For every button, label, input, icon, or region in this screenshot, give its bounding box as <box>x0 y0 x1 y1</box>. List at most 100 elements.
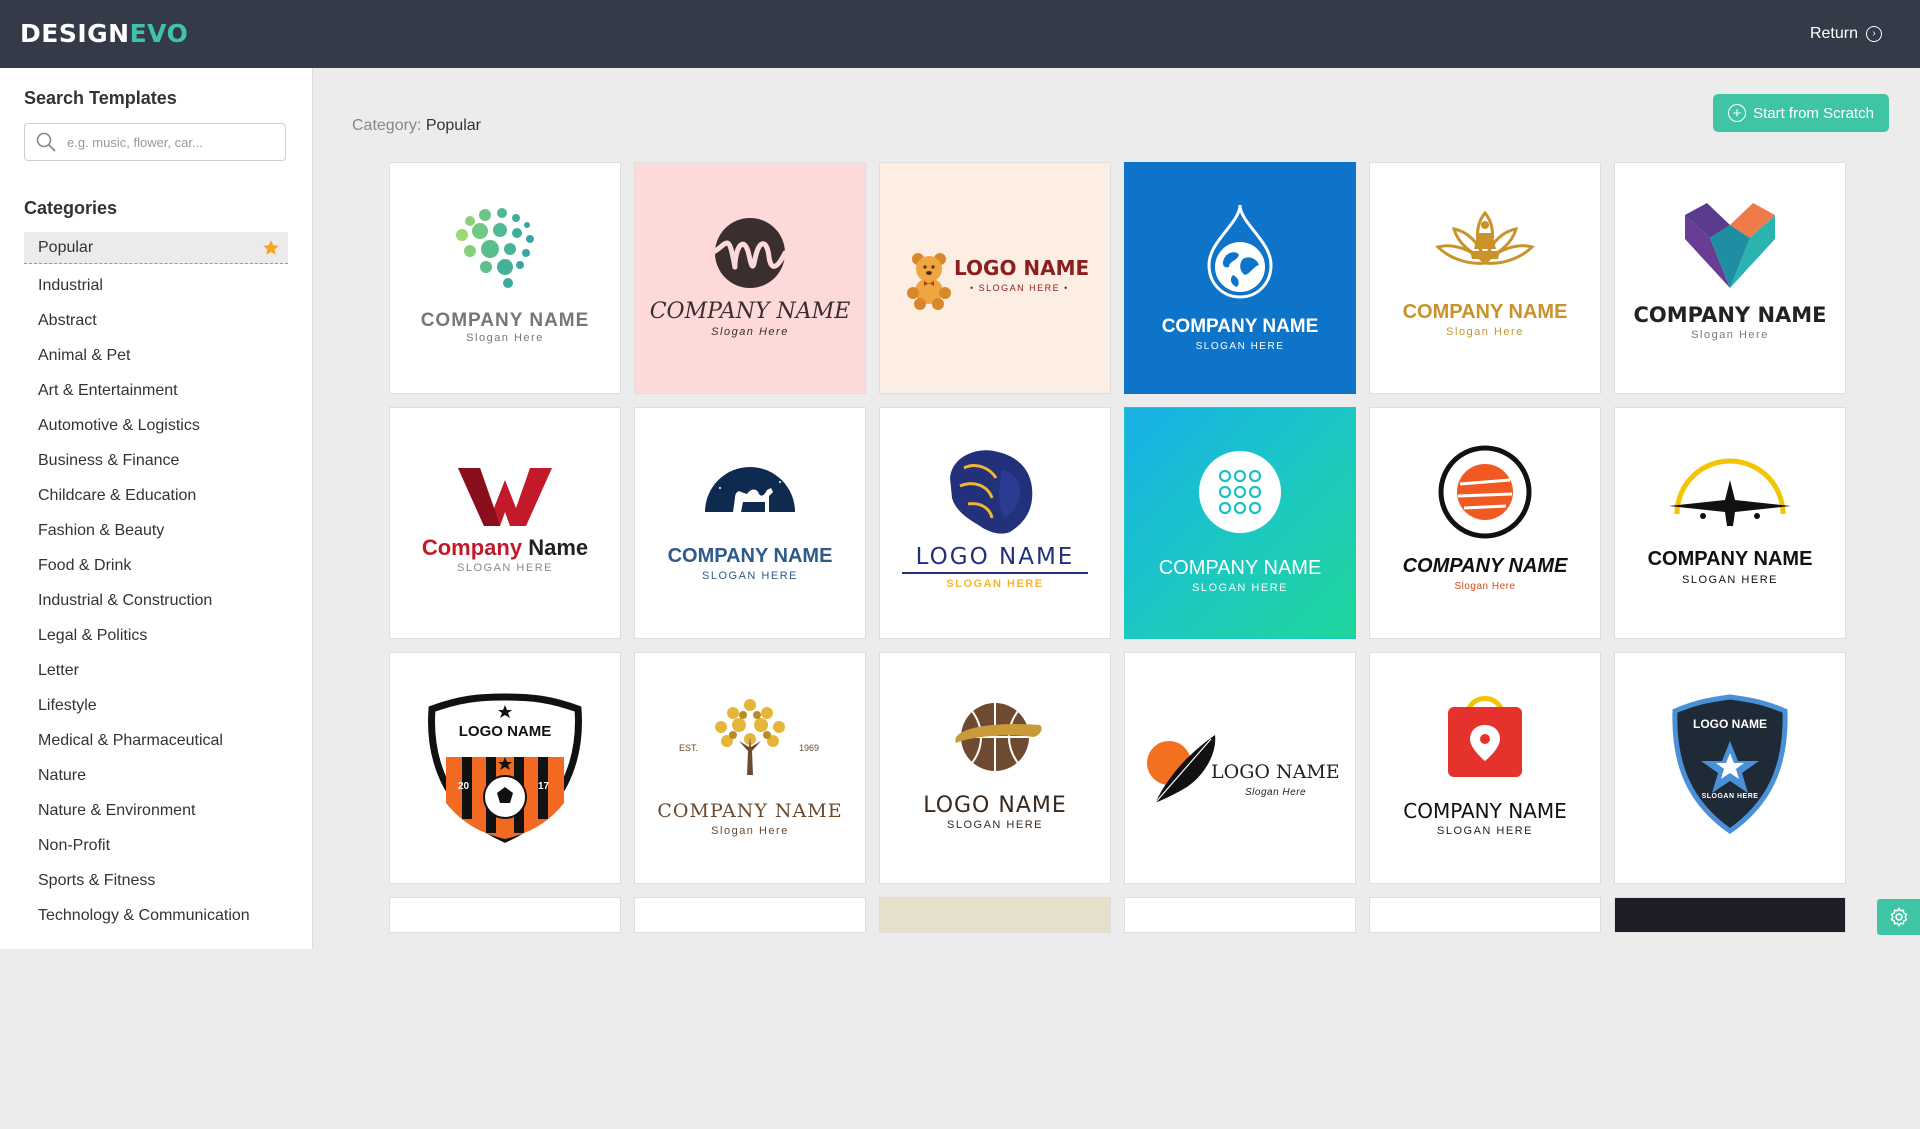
template-card[interactable]: COMPANY NAME Slogan Here <box>1369 162 1601 394</box>
category-item[interactable]: Medical & Pharmaceutical <box>38 731 250 766</box>
category-list: Industrial Abstract Animal & Pet Art & E… <box>38 276 250 941</box>
search-box[interactable] <box>24 123 286 161</box>
template-slogan: Slogan Here <box>711 825 789 837</box>
template-name: COMPANY NAME <box>1402 555 1568 577</box>
template-name: COMPANY NAME <box>1161 316 1319 337</box>
star-icon <box>263 240 279 255</box>
template-card[interactable]: COMPANY NAME SLOGAN HERE <box>1124 407 1356 639</box>
template-name: LOGO NAME <box>923 793 1067 818</box>
main-content: Category: Popular + Start from Scratch C… <box>313 68 1920 949</box>
water-drop-globe-icon <box>1207 204 1273 299</box>
divider-line <box>902 572 1088 574</box>
category-item[interactable]: Industrial <box>38 276 250 311</box>
category-item[interactable]: Legal & Politics <box>38 626 250 661</box>
template-card[interactable]: LOGO NAME SLOGAN HERE <box>1614 652 1846 884</box>
letter-m-logo-icon <box>705 218 788 288</box>
template-slogan: SLOGAN HERE <box>1192 582 1288 594</box>
category-item[interactable]: Industrial & Construction <box>38 591 250 626</box>
template-name: COMPANY NAME <box>1403 799 1567 823</box>
template-card[interactable]: Company Name SLOGAN HERE <box>389 407 621 639</box>
template-card[interactable] <box>389 897 621 933</box>
plus-circle-icon: + <box>1728 104 1747 122</box>
category-item[interactable]: Fashion & Beauty <box>38 521 250 556</box>
template-name-part2: Name <box>528 535 589 560</box>
template-grid: COMPANY NAME Slogan Here COMPANY NAME Sl… <box>389 162 1859 1129</box>
category-item[interactable]: Letter <box>38 661 250 696</box>
search-input[interactable] <box>65 133 269 151</box>
template-name: Company Name <box>390 535 620 561</box>
tree-logo-icon <box>715 699 785 775</box>
template-slogan: SLOGAN HERE <box>1682 574 1778 586</box>
sidebar: Search Templates Categories Popular Indu… <box>0 68 313 949</box>
category-popular-label: Popular <box>38 238 94 256</box>
template-slogan: SLOGAN HERE <box>1437 825 1533 837</box>
designevo-logo[interactable]: DESIGNEVO <box>20 19 188 48</box>
template-card[interactable]: LOGO NAME • SLOGAN HERE • <box>879 162 1111 394</box>
category-prefix: Category: <box>352 117 422 134</box>
return-button[interactable]: Return › <box>1810 25 1882 43</box>
category-item[interactable]: Art & Entertainment <box>38 381 250 416</box>
arrow-right-circle-icon: › <box>1866 26 1882 42</box>
search-icon <box>36 132 56 152</box>
category-item[interactable]: Childcare & Education <box>38 486 250 521</box>
template-card[interactable]: COMPANY NAME Slogan Here <box>1614 162 1846 394</box>
template-card[interactable]: LOGO NAME SLOGAN HERE <box>879 652 1111 884</box>
top-bar: DESIGNEVO Return › <box>0 0 1920 68</box>
template-name: LOGO NAME <box>915 544 1075 570</box>
template-name: COMPANY NAME <box>649 299 851 324</box>
template-card[interactable]: COMPANY NAME Slogan Here <box>389 162 621 394</box>
year-right: 17 <box>538 781 550 792</box>
template-slogan: Slogan Here <box>1245 787 1307 798</box>
template-slogan: SLOGAN HERE <box>946 578 1044 590</box>
template-card[interactable]: LOGO NAME Slogan Here <box>1124 652 1356 884</box>
template-card[interactable]: COMPANY NAME Slogan Here <box>634 162 866 394</box>
category-item[interactable]: Nature & Environment <box>38 801 250 836</box>
lion-head-icon <box>950 450 1033 534</box>
start-from-scratch-button[interactable]: + Start from Scratch <box>1713 94 1889 132</box>
airplane-sunrise-icon <box>1669 458 1791 526</box>
template-name-part1: Company <box>421 535 523 560</box>
category-item[interactable]: Technology & Communication <box>38 906 250 941</box>
soccer-shield-icon <box>428 693 582 843</box>
template-card[interactable]: COMPANY NAME SLOGAN HERE <box>1614 407 1846 639</box>
template-name: COMPANY NAME <box>657 800 843 822</box>
established-year: 1969 <box>799 743 820 753</box>
category-item[interactable]: Non-Profit <box>38 836 250 871</box>
lotus-meditation-icon <box>1435 210 1535 265</box>
template-card[interactable]: COMPANY NAME SLOGAN HERE <box>1124 162 1356 394</box>
template-card[interactable] <box>1369 897 1601 933</box>
category-breadcrumb: Category: Popular <box>352 117 481 135</box>
category-item[interactable]: Animal & Pet <box>38 346 250 381</box>
categories-heading: Categories <box>24 198 118 218</box>
category-item[interactable]: Automotive & Logistics <box>38 416 250 451</box>
dots-grid-circle-icon <box>1199 451 1281 533</box>
template-name: COMPANY NAME <box>1647 548 1813 570</box>
template-card[interactable] <box>1124 897 1356 933</box>
category-item[interactable]: Business & Finance <box>38 451 250 486</box>
template-card[interactable]: LOGO NAME 20 17 <box>389 652 621 884</box>
template-card[interactable]: COMPANY NAME Slogan Here <box>1369 407 1601 639</box>
template-slogan: Slogan Here <box>711 326 789 338</box>
category-item[interactable]: Abstract <box>38 311 250 346</box>
template-slogan: SLOGAN HERE <box>457 562 553 574</box>
template-name: LOGO NAME <box>1211 761 1340 783</box>
search-templates-heading: Search Templates <box>24 88 177 108</box>
template-slogan: SLOGAN HERE <box>702 570 798 582</box>
dots-brain-logo-icon <box>456 208 534 288</box>
template-slogan: SLOGAN HERE <box>1195 341 1285 352</box>
template-name: LOGO NAME <box>954 256 1090 280</box>
category-item[interactable]: Nature <box>38 766 250 801</box>
template-card[interactable]: LOGO NAME SLOGAN HERE <box>879 407 1111 639</box>
year-left: 20 <box>458 781 470 792</box>
template-card[interactable] <box>879 897 1111 933</box>
template-card[interactable]: EST. 1969 COMPANY NAME Slogan Here <box>634 652 866 884</box>
settings-button[interactable] <box>1877 899 1920 935</box>
category-item[interactable]: Food & Drink <box>38 556 250 591</box>
template-card[interactable]: COMPANY NAME SLOGAN HERE <box>1369 652 1601 884</box>
category-popular[interactable]: Popular <box>24 232 288 264</box>
category-item[interactable]: Sports & Fitness <box>38 871 250 906</box>
template-card[interactable] <box>634 897 866 933</box>
category-item[interactable]: Lifestyle <box>38 696 250 731</box>
template-card[interactable] <box>1614 897 1846 933</box>
template-card[interactable]: COMPANY NAME SLOGAN HERE <box>634 407 866 639</box>
